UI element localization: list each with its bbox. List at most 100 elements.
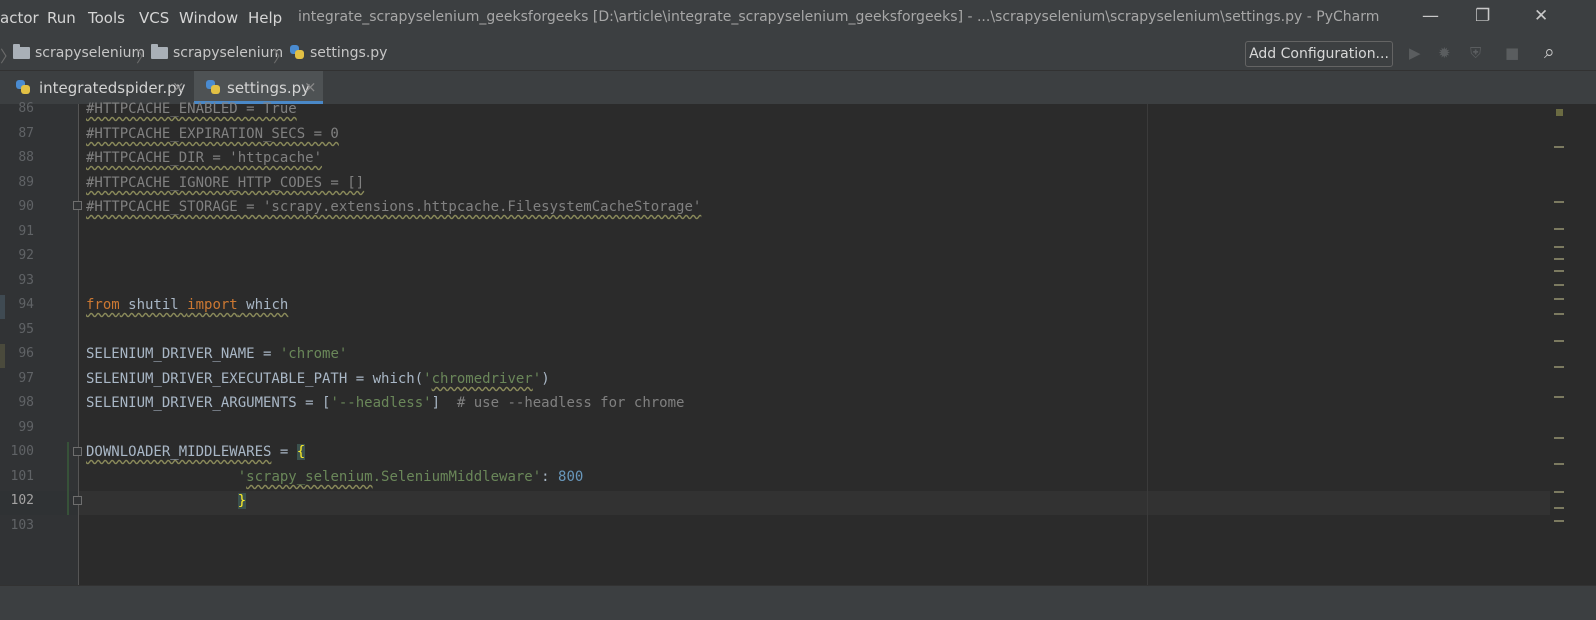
breadcrumb-separator-icon: 〉 xyxy=(136,47,153,66)
error-stripe[interactable] xyxy=(1550,104,1564,585)
line-number: 97 xyxy=(18,371,34,386)
string: chromedriver xyxy=(431,371,533,387)
code-line-97: SELENIUM_DRIVER_EXECUTABLE_PATH = which(… xyxy=(86,369,550,389)
right-margin-guide xyxy=(1147,104,1148,585)
fold-marker-icon[interactable] xyxy=(73,496,82,505)
fold-marker-icon[interactable] xyxy=(73,447,82,456)
warning-marker[interactable] xyxy=(1554,366,1564,368)
stop-icon[interactable]: ■ xyxy=(1505,44,1519,62)
warning-marker[interactable] xyxy=(1554,491,1564,493)
fold-marker-icon[interactable] xyxy=(73,201,82,210)
warning-marker[interactable] xyxy=(1554,507,1564,509)
code-line-94: from shutil import which xyxy=(86,295,288,315)
matched-brace: } xyxy=(237,493,247,509)
close-icon[interactable]: × xyxy=(304,78,317,96)
warning-marker[interactable] xyxy=(1554,258,1564,260)
string: 'chrome' xyxy=(279,346,348,362)
bracket: ] xyxy=(431,395,441,411)
code-line-90: #HTTPCACHE_STORAGE = 'scrapy.extensions.… xyxy=(86,197,701,217)
python-file-icon xyxy=(290,45,304,59)
warning-marker[interactable] xyxy=(1554,437,1564,439)
search-icon[interactable]: ⌕ xyxy=(1544,41,1555,63)
variable: SELENIUM_DRIVER_ARGUMENTS xyxy=(86,395,297,411)
restore-button[interactable]: ❐ xyxy=(1475,6,1490,26)
operator: = [ xyxy=(296,395,331,411)
breadcrumb-file[interactable]: settings.py xyxy=(310,45,387,61)
close-icon[interactable]: × xyxy=(172,78,185,96)
tab-label: integratedspider.py xyxy=(39,79,186,97)
menu-help[interactable]: Help xyxy=(248,9,282,27)
code-line-100: DOWNLOADER_MIDDLEWARES = { xyxy=(86,442,306,462)
warning-marker[interactable] xyxy=(1554,284,1564,286)
coverage-icon[interactable]: ⛨ xyxy=(1470,44,1481,62)
breadcrumb-project[interactable]: scrapyselenium xyxy=(35,45,145,61)
folder-icon xyxy=(13,44,30,59)
status-bar xyxy=(0,585,1596,620)
menu-vcs[interactable]: VCS xyxy=(139,9,169,27)
line-number: 92 xyxy=(18,248,34,263)
comment: #HTTPCACHE_IGNORE_HTTP_CODES = [] xyxy=(86,175,365,191)
inspection-status-icon[interactable] xyxy=(1556,109,1563,116)
warning-marker[interactable] xyxy=(1554,228,1564,230)
line-number: 90 xyxy=(18,199,34,214)
warning-marker[interactable] xyxy=(1554,298,1564,300)
matched-brace: { xyxy=(296,444,306,460)
warning-marker[interactable] xyxy=(1554,270,1564,272)
menu-tools[interactable]: Tools xyxy=(88,9,125,27)
line-number: 91 xyxy=(18,224,34,239)
python-file-icon xyxy=(16,80,30,94)
folder-icon xyxy=(151,44,168,59)
paren: ) xyxy=(541,371,550,387)
breadcrumb-package[interactable]: scrapyselenium xyxy=(173,45,283,61)
line-number: 101 xyxy=(10,469,34,484)
window-title: integrate_scrapyselenium_geeksforgeeks [… xyxy=(298,9,1380,25)
line-number: 103 xyxy=(10,518,34,533)
menu-refactor[interactable]: actor xyxy=(0,9,39,27)
warning-marker[interactable] xyxy=(1554,396,1564,398)
code-line-87: #HTTPCACHE_EXPIRATION_SECS = 0 xyxy=(86,124,339,144)
code-line-86: #HTTPCACHE_ENABLED = True xyxy=(86,99,297,119)
operator: = which( xyxy=(347,371,424,387)
string: scrapy_selenium xyxy=(246,469,373,485)
comment: #HTTPCACHE_STORAGE = 'scrapy.extensions.… xyxy=(86,199,702,215)
close-window-button[interactable]: ✕ xyxy=(1534,6,1548,26)
add-configuration-button[interactable]: Add Configuration... xyxy=(1245,41,1393,67)
line-number: 89 xyxy=(18,175,34,190)
warning-marker[interactable] xyxy=(1554,340,1564,342)
code-line-102: } xyxy=(86,491,247,511)
string: .SeleniumMiddleware' xyxy=(372,469,542,485)
inline-comment: # use --headless for chrome xyxy=(440,395,685,411)
string-quote: ' xyxy=(532,371,542,387)
comment: #HTTPCACHE_DIR = 'httpcache' xyxy=(86,150,323,166)
warning-marker[interactable] xyxy=(1554,146,1564,148)
variable: SELENIUM_DRIVER_EXECUTABLE_PATH xyxy=(86,371,348,387)
debug-icon[interactable]: ✹ xyxy=(1438,44,1451,62)
module-name: shutil xyxy=(119,297,188,313)
comment: #HTTPCACHE_ENABLED = True xyxy=(86,101,297,117)
keyword-import: import xyxy=(187,297,238,313)
variable: SELENIUM_DRIVER_NAME xyxy=(86,346,255,362)
vcs-change-marker xyxy=(67,442,69,515)
operator: = xyxy=(254,346,280,362)
operator: = xyxy=(271,444,297,460)
line-number: 95 xyxy=(18,322,34,337)
line-number: 86 xyxy=(18,101,34,116)
line-number: 87 xyxy=(18,126,34,141)
line-number: 93 xyxy=(18,273,34,288)
menu-window[interactable]: Window xyxy=(179,9,238,27)
warning-marker[interactable] xyxy=(1554,520,1564,522)
menu-run[interactable]: Run xyxy=(47,9,76,27)
line-number: 100 xyxy=(10,444,34,459)
tab-label: settings.py xyxy=(227,79,310,97)
warning-marker[interactable] xyxy=(1554,201,1564,203)
warning-marker[interactable] xyxy=(1554,313,1564,315)
number: 800 xyxy=(558,469,584,485)
warning-marker[interactable] xyxy=(1554,246,1564,248)
run-icon[interactable]: ▶ xyxy=(1409,44,1421,62)
minimize-button[interactable]: — xyxy=(1422,6,1439,26)
code-line-96: SELENIUM_DRIVER_NAME = 'chrome' xyxy=(86,344,347,364)
current-line-number: 102 xyxy=(10,493,34,508)
warning-marker[interactable] xyxy=(1554,463,1564,465)
